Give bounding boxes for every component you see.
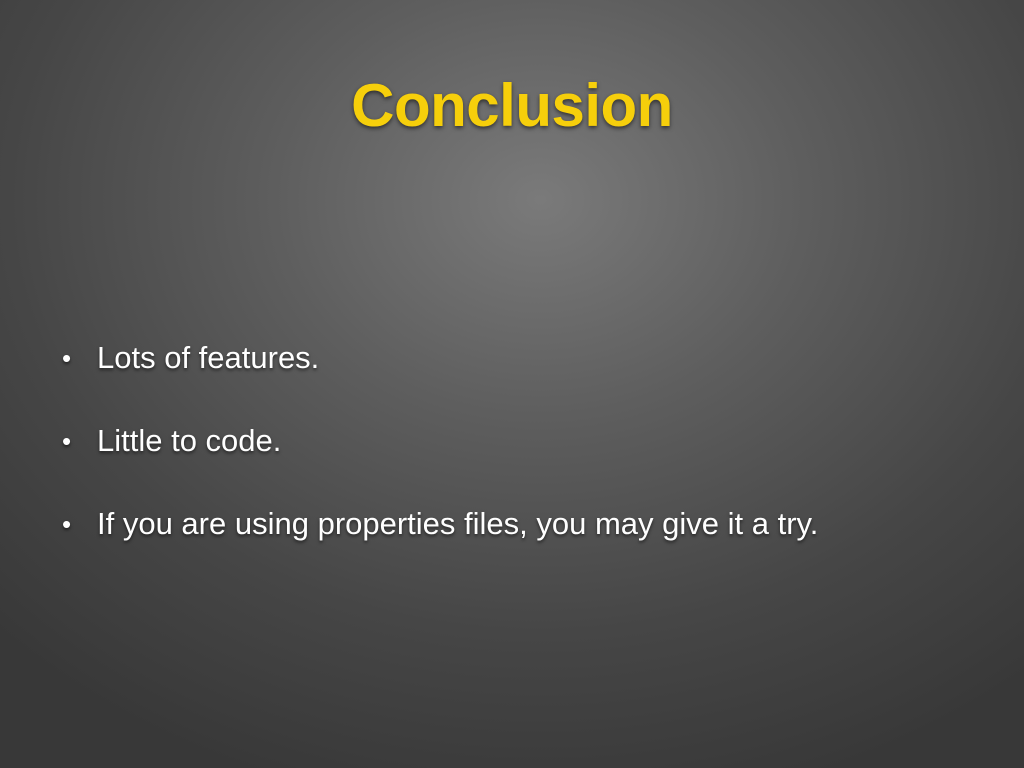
bullet-list: • Lots of features. • Little to code. • … <box>62 334 982 583</box>
bullet-text: Lots of features. <box>97 340 320 375</box>
bullet-item: • Little to code. <box>62 417 982 500</box>
bullet-marker: • <box>62 509 72 539</box>
slide: Conclusion • Lots of features. • Little … <box>0 0 1024 768</box>
bullet-item: • If you are using properties files, you… <box>62 500 982 583</box>
slide-title: Conclusion <box>351 72 673 139</box>
bullet-item: • Lots of features. <box>62 334 982 417</box>
bullet-text: If you are using properties files, you m… <box>97 506 819 541</box>
bullet-marker: • <box>62 343 72 373</box>
bullet-text: Little to code. <box>97 423 282 458</box>
bullet-marker: • <box>62 426 72 456</box>
